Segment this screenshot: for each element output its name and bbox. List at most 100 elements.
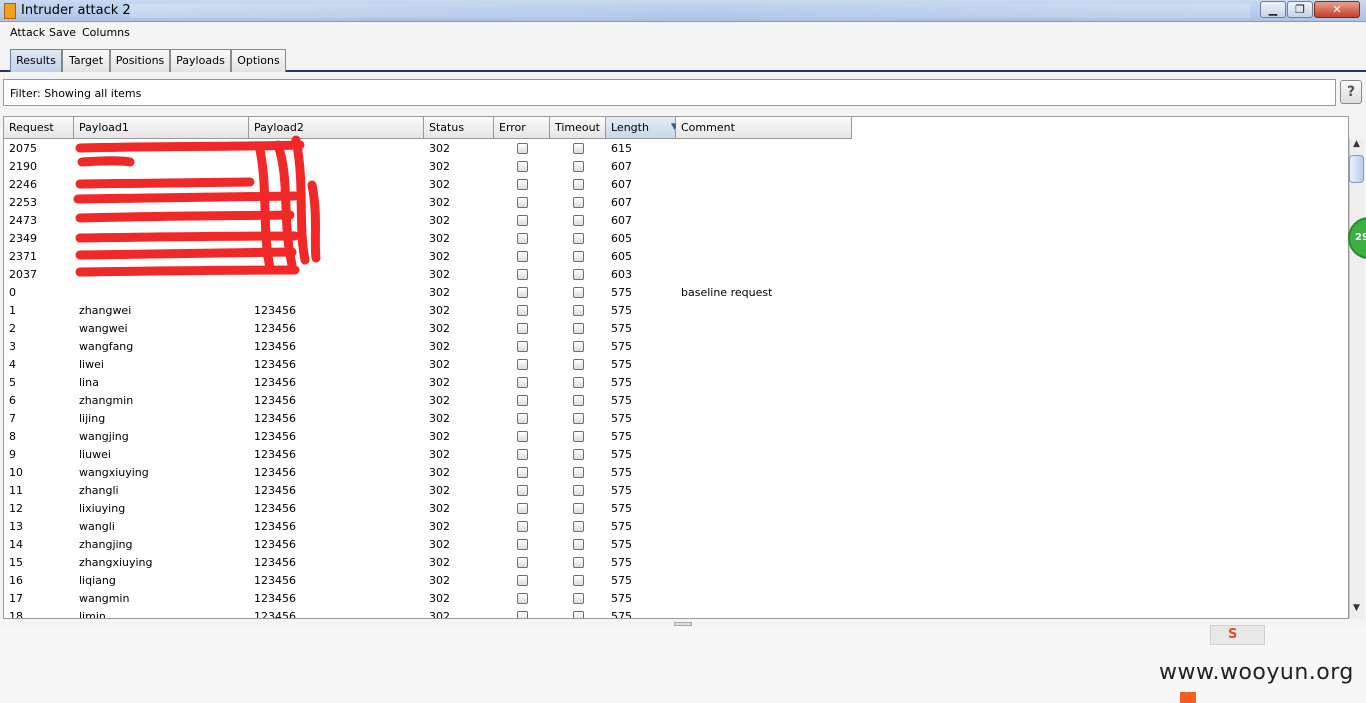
error-checkbox[interactable]	[517, 575, 528, 586]
tab-results[interactable]: Results	[10, 49, 62, 72]
timeout-checkbox[interactable]	[573, 287, 584, 298]
timeout-checkbox[interactable]	[573, 305, 584, 316]
timeout-checkbox[interactable]	[573, 557, 584, 568]
table-row[interactable]: 14 zhangjing 123456 302 575	[4, 535, 852, 553]
scroll-down-arrow-icon[interactable]: ▼	[1349, 603, 1364, 617]
minimize-button[interactable]: ▁	[1260, 1, 1286, 18]
table-row[interactable]: 7 lijing 123456 302 575	[4, 409, 852, 427]
timeout-checkbox[interactable]	[573, 413, 584, 424]
table-row[interactable]: 2190 302 607	[4, 157, 852, 175]
error-checkbox[interactable]	[517, 557, 528, 568]
table-row[interactable]: 0 302 575 baseline request	[4, 283, 852, 301]
timeout-checkbox[interactable]	[573, 449, 584, 460]
table-row[interactable]: 10 wangxiuying 123456 302 575	[4, 463, 852, 481]
error-checkbox[interactable]	[517, 449, 528, 460]
column-header-timeout[interactable]: Timeout	[550, 117, 606, 139]
timeout-checkbox[interactable]	[573, 143, 584, 154]
error-checkbox[interactable]	[517, 359, 528, 370]
table-row[interactable]: 2253 302 607	[4, 193, 852, 211]
timeout-checkbox[interactable]	[573, 197, 584, 208]
column-header-comment[interactable]: Comment	[676, 117, 852, 139]
column-header-status[interactable]: Status	[424, 117, 494, 139]
error-checkbox[interactable]	[517, 287, 528, 298]
ime-logo-icon[interactable]: S	[1228, 627, 1237, 642]
table-row[interactable]: 2473 302 607	[4, 211, 852, 229]
menu-attack[interactable]: Attack	[10, 26, 45, 39]
scroll-up-arrow-icon[interactable]: ▲	[1349, 139, 1364, 153]
help-button[interactable]: ?	[1340, 80, 1362, 104]
table-row[interactable]: 16 liqiang 123456 302 575	[4, 571, 852, 589]
menu-columns[interactable]: Columns	[82, 26, 130, 39]
error-checkbox[interactable]	[517, 503, 528, 514]
timeout-checkbox[interactable]	[573, 575, 584, 586]
maximize-button[interactable]: ❐	[1287, 1, 1313, 18]
column-header-length[interactable]: Length ▼	[606, 117, 678, 139]
close-button[interactable]: ✕	[1314, 1, 1360, 18]
timeout-checkbox[interactable]	[573, 539, 584, 550]
table-row[interactable]: 1 zhangwei 123456 302 575	[4, 301, 852, 319]
timeout-checkbox[interactable]	[573, 485, 584, 496]
timeout-checkbox[interactable]	[573, 521, 584, 532]
table-row[interactable]: 4 liwei 123456 302 575	[4, 355, 852, 373]
table-row[interactable]: 5 lina 123456 302 575	[4, 373, 852, 391]
timeout-checkbox[interactable]	[573, 593, 584, 604]
error-checkbox[interactable]	[517, 323, 528, 334]
timeout-checkbox[interactable]	[573, 395, 584, 406]
timeout-checkbox[interactable]	[573, 431, 584, 442]
ime-toolbar[interactable]	[1210, 625, 1265, 645]
error-checkbox[interactable]	[517, 593, 528, 604]
table-row[interactable]: 18 limin 123456 302 575	[4, 607, 852, 618]
table-row[interactable]: 6 zhangmin 123456 302 575	[4, 391, 852, 409]
vertical-scrollbar[interactable]	[1349, 139, 1364, 619]
error-checkbox[interactable]	[517, 539, 528, 550]
error-checkbox[interactable]	[517, 431, 528, 442]
error-checkbox[interactable]	[517, 251, 528, 262]
scrollbar-thumb[interactable]	[1349, 155, 1364, 183]
table-row[interactable]: 3 wangfang 123456 302 575	[4, 337, 852, 355]
error-checkbox[interactable]	[517, 395, 528, 406]
error-checkbox[interactable]	[517, 521, 528, 532]
error-checkbox[interactable]	[517, 611, 528, 618]
timeout-checkbox[interactable]	[573, 323, 584, 334]
timeout-checkbox[interactable]	[573, 269, 584, 280]
tab-target[interactable]: Target	[62, 49, 110, 72]
timeout-checkbox[interactable]	[573, 215, 584, 226]
timeout-checkbox[interactable]	[573, 251, 584, 262]
error-checkbox[interactable]	[517, 269, 528, 280]
table-row[interactable]: 12 lixiuying 123456 302 575	[4, 499, 852, 517]
error-checkbox[interactable]	[517, 215, 528, 226]
timeout-checkbox[interactable]	[573, 179, 584, 190]
table-row[interactable]: 11 zhangli 123456 302 575	[4, 481, 852, 499]
error-checkbox[interactable]	[517, 467, 528, 478]
table-row[interactable]: 2 wangwei 123456 302 575	[4, 319, 852, 337]
column-header-payload1[interactable]: Payload1	[74, 117, 249, 139]
error-checkbox[interactable]	[517, 161, 528, 172]
column-header-error[interactable]: Error	[494, 117, 550, 139]
error-checkbox[interactable]	[517, 341, 528, 352]
tab-positions[interactable]: Positions	[110, 49, 170, 72]
timeout-checkbox[interactable]	[573, 359, 584, 370]
column-header-payload2[interactable]: Payload2	[249, 117, 424, 139]
table-row[interactable]: 17 wangmin 123456 302 575	[4, 589, 852, 607]
error-checkbox[interactable]	[517, 197, 528, 208]
error-checkbox[interactable]	[517, 413, 528, 424]
error-checkbox[interactable]	[517, 143, 528, 154]
timeout-checkbox[interactable]	[573, 233, 584, 244]
timeout-checkbox[interactable]	[573, 377, 584, 388]
menu-save[interactable]: Save	[49, 26, 76, 39]
timeout-checkbox[interactable]	[573, 467, 584, 478]
table-row[interactable]: 2349 302 605	[4, 229, 852, 247]
table-row[interactable]: 15 zhangxiuying 123456 302 575	[4, 553, 852, 571]
timeout-checkbox[interactable]	[573, 341, 584, 352]
table-row[interactable]: 2075 302 615	[4, 139, 852, 157]
column-header-request[interactable]: Request	[4, 117, 74, 139]
tab-payloads[interactable]: Payloads	[170, 49, 231, 72]
table-row[interactable]: 2371 302 605	[4, 247, 852, 265]
table-row[interactable]: 2037 302 603	[4, 265, 852, 283]
pane-splitter-handle[interactable]	[674, 622, 692, 626]
error-checkbox[interactable]	[517, 179, 528, 190]
error-checkbox[interactable]	[517, 305, 528, 316]
timeout-checkbox[interactable]	[573, 161, 584, 172]
tab-options[interactable]: Options	[231, 49, 286, 72]
table-row[interactable]: 2246 302 607	[4, 175, 852, 193]
